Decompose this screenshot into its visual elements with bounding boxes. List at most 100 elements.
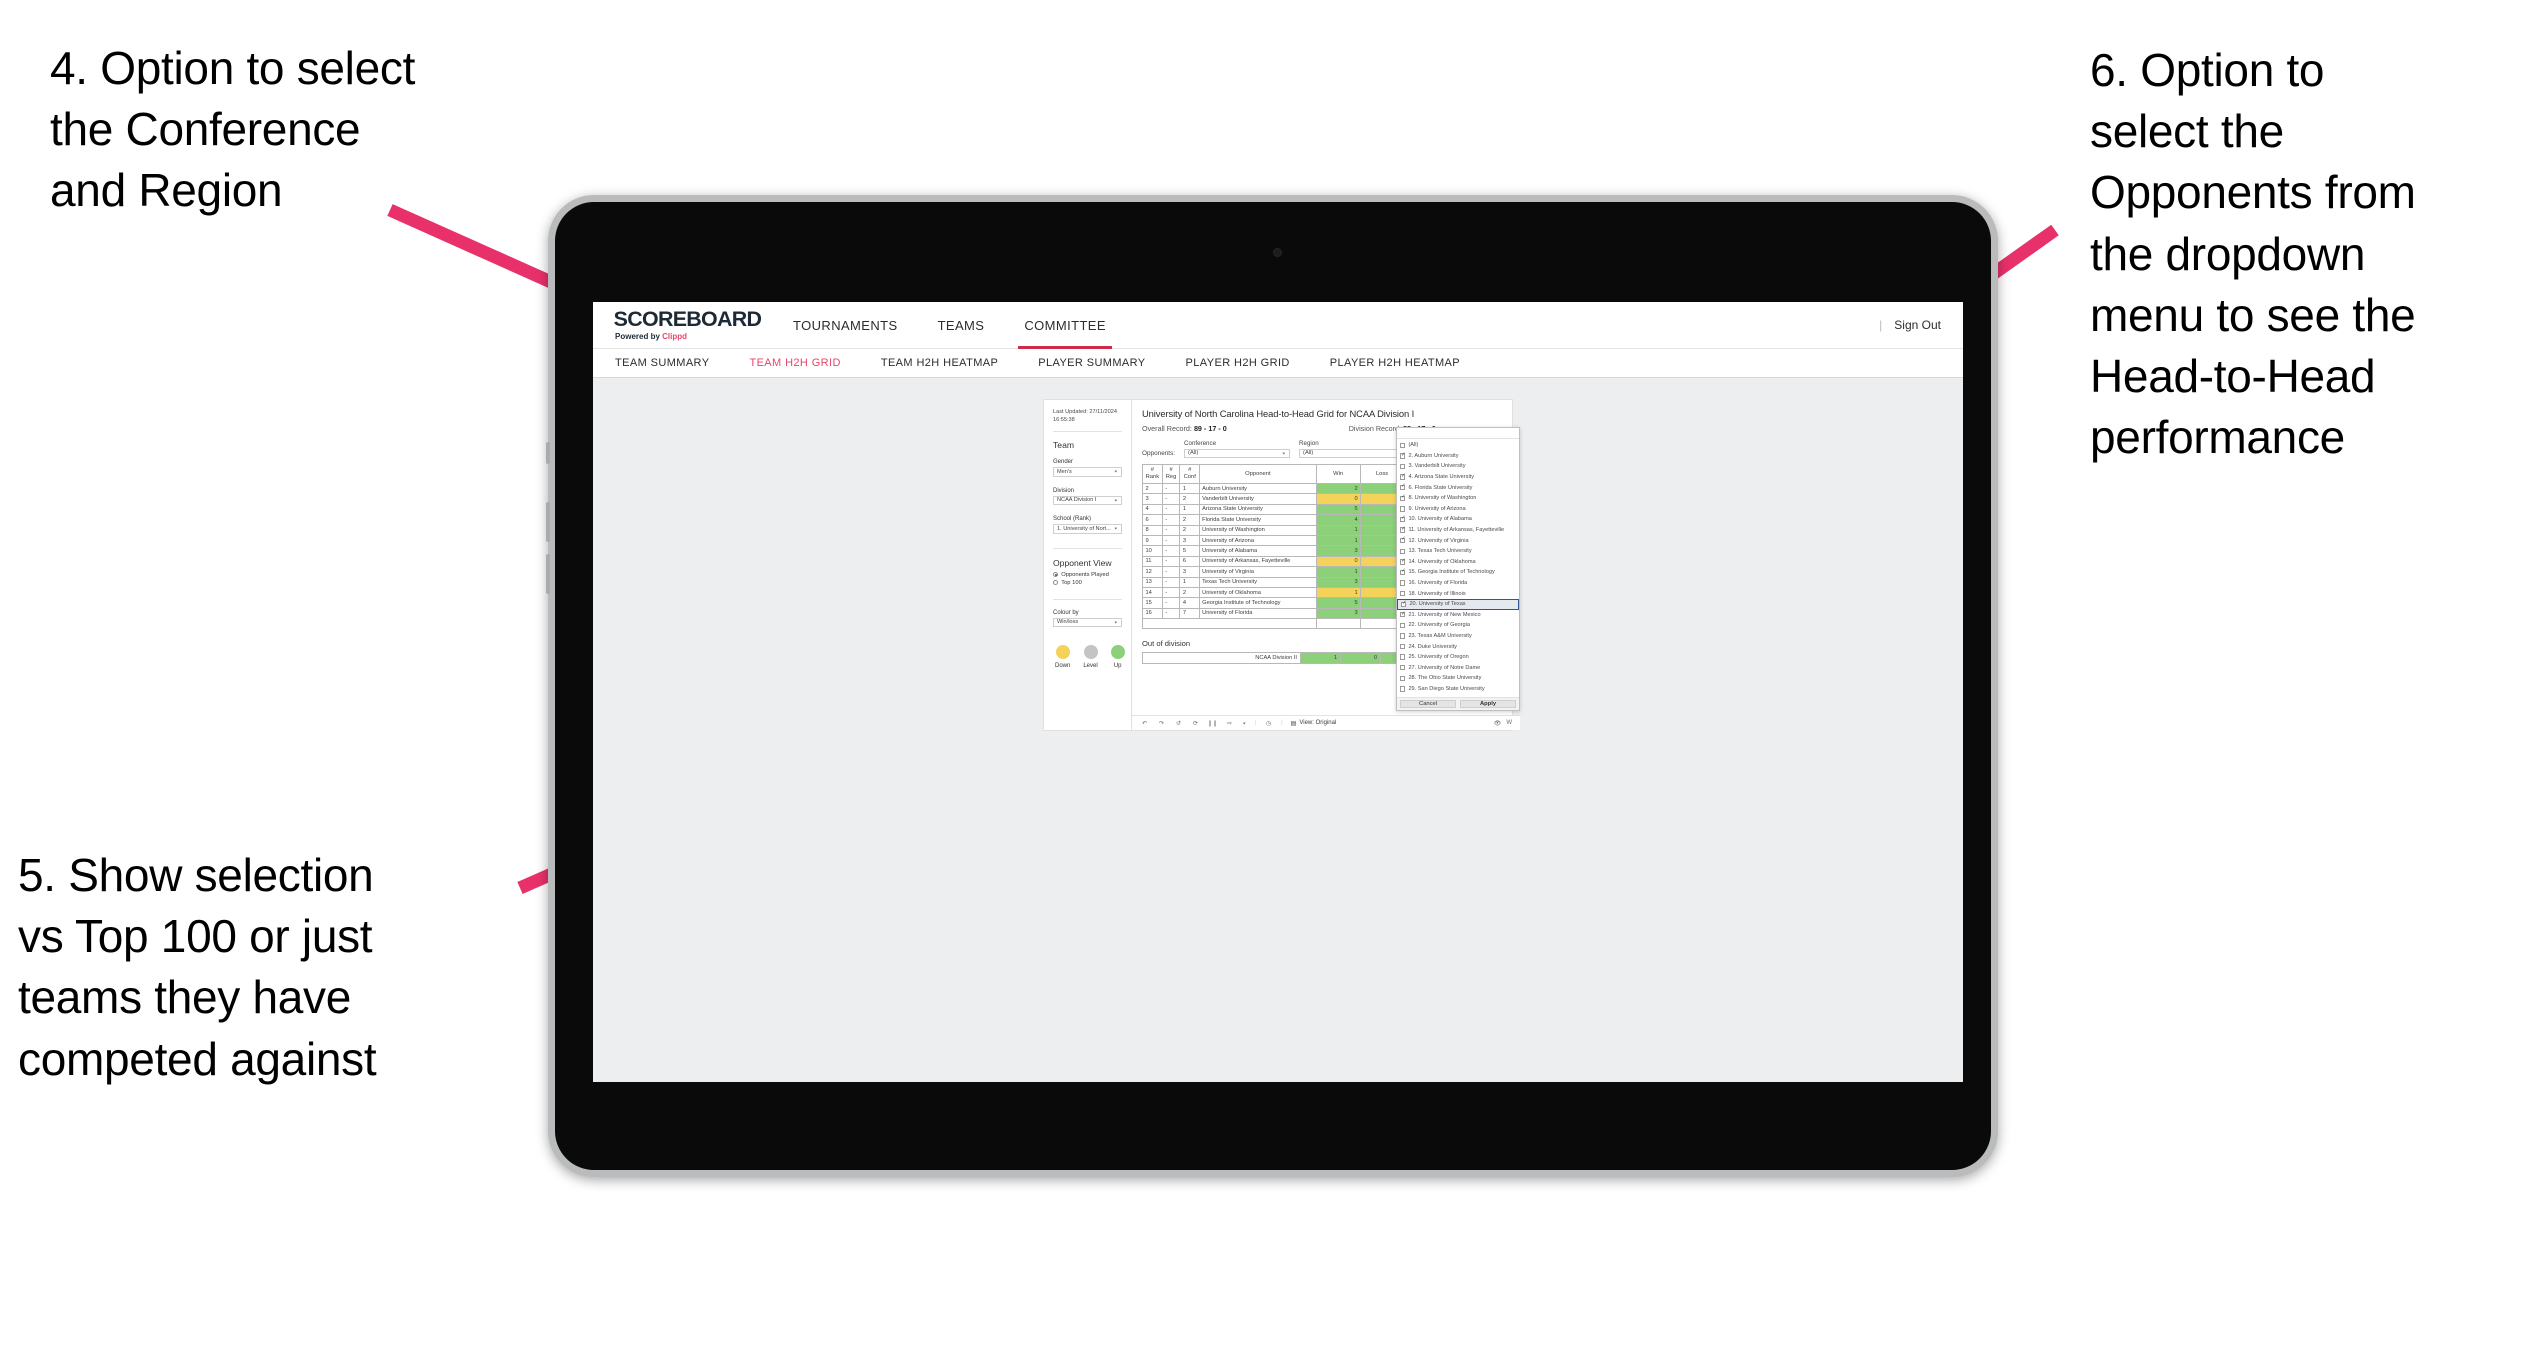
subnav-player-summary[interactable]: PLAYER SUMMARY (1038, 357, 1167, 369)
apply-button[interactable]: Apply (1460, 700, 1517, 708)
division-select[interactable]: NCAA Division I ▼ (1053, 495, 1122, 506)
volume-up-button[interactable] (546, 502, 550, 542)
cell-rank: 14 (1142, 586, 1163, 599)
opponent-dropdown-item[interactable]: 13. Texas Tech University (1397, 546, 1519, 557)
opponent-dropdown-item[interactable]: 23. Texas A&M University (1397, 631, 1519, 642)
undo-icon[interactable]: ↶ (1140, 719, 1149, 728)
sign-out-link[interactable]: Sign Out (1894, 318, 1941, 332)
opponent-dropdown-item[interactable]: 22. University of Georgia (1397, 620, 1519, 631)
history-icon[interactable]: ◷ (1264, 719, 1273, 728)
opponent-dropdown-item[interactable]: 18. University of Illinois (1397, 588, 1519, 599)
table-row[interactable]: 6-2Florida State University42 (1142, 514, 1421, 526)
table-row[interactable]: 9-3University of Arizona10 (1142, 534, 1421, 547)
opponent-dropdown-list[interactable]: (All) 2. Auburn University 3. Vanderbilt U… (1397, 439, 1520, 697)
brand-logo[interactable]: SCOREBOARD Powered by Clippd (614, 309, 762, 341)
table-row[interactable]: 13-1Texas Tech University30 (1142, 576, 1421, 588)
power-button[interactable] (546, 442, 550, 464)
checkbox-icon[interactable] (1400, 622, 1406, 629)
checkbox-icon[interactable] (1400, 643, 1406, 650)
opponent-dropdown-item[interactable]: 28. The Ohio State University (1397, 673, 1519, 684)
table-row[interactable]: 2-1Auburn University21 (1142, 482, 1421, 495)
opponent-dropdown-item[interactable]: (All) (1397, 440, 1519, 451)
opponent-dropdown-item[interactable]: 8. University of Washington (1397, 493, 1519, 504)
volume-down-button[interactable] (546, 554, 550, 594)
checkbox-icon[interactable] (1400, 495, 1406, 501)
table-row[interactable]: 16-7University of Florida31 (1142, 607, 1421, 620)
out-of-division-row[interactable]: NCAA Division II 1 0 (1142, 652, 1421, 664)
opponent-dropdown-panel[interactable]: (All) 2. Auburn University 3. Vanderbilt U… (1396, 427, 1521, 711)
opponent-dropdown-item[interactable]: 14. University of Oklahoma (1397, 557, 1519, 568)
view-original-button[interactable]: ▤ View: Original (1291, 720, 1337, 727)
opponent-dropdown-item[interactable]: 15. Georgia Institute of Technology (1397, 567, 1519, 578)
table-row[interactable]: 10-5University of Alabama30 (1142, 545, 1421, 557)
radio-top-100[interactable]: Top 100 (1053, 580, 1122, 586)
nav-teams[interactable]: TEAMS (918, 302, 1005, 349)
table-row[interactable]: 12-3University of Virginia10 (1142, 566, 1421, 578)
checkbox-icon[interactable] (1400, 580, 1406, 586)
checkbox-icon[interactable] (1400, 558, 1406, 565)
checkbox-icon[interactable] (1400, 474, 1406, 480)
checkbox-icon[interactable] (1400, 453, 1406, 459)
checkbox-icon[interactable] (1400, 611, 1406, 618)
opponent-dropdown-item[interactable]: 10. University of Alabama (1397, 514, 1519, 525)
checkbox-icon[interactable] (1400, 654, 1406, 660)
opponent-dropdown-item[interactable]: 24. Duke University (1397, 641, 1519, 652)
table-row[interactable]: 11-6 University of Arkansas, Fayetteville… (1142, 555, 1421, 568)
checkbox-icon[interactable] (1400, 516, 1406, 523)
checkbox-icon[interactable] (1400, 463, 1406, 470)
subnav-team-summary[interactable]: TEAM SUMMARY (615, 357, 731, 369)
nav-committee[interactable]: COMMITTEE (1004, 302, 1126, 349)
checkbox-icon[interactable] (1400, 686, 1406, 692)
checkbox-icon[interactable] (1400, 527, 1406, 533)
nav-tournaments[interactable]: TOURNAMENTS (773, 302, 918, 349)
refresh-icon[interactable]: ⟳ (1191, 719, 1200, 728)
conference-select[interactable]: (All) ▼ (1184, 448, 1291, 458)
checkbox-icon[interactable] (1400, 506, 1406, 512)
redo-icon[interactable]: ↷ (1157, 719, 1166, 728)
opponent-dropdown-item[interactable]: 3. Vanderbilt University (1397, 461, 1519, 472)
region-select[interactable]: (All) ▼ (1299, 448, 1406, 458)
subnav-team-h2h-grid[interactable]: TEAM H2H GRID (749, 357, 862, 369)
pause-icon[interactable]: ❙❙ (1207, 719, 1217, 728)
table-row[interactable]: 4-1Arizona State University51 (1142, 503, 1421, 516)
watch-icon[interactable]: 👁 (1494, 720, 1502, 727)
revert-icon[interactable]: ↺ (1174, 719, 1183, 728)
opponent-dropdown-item[interactable]: 9. University of Arizona (1397, 504, 1519, 515)
school-select[interactable]: 1. University of Nort... ▼ (1053, 524, 1122, 534)
subnav-player-h2h-grid[interactable]: PLAYER H2H GRID (1186, 357, 1312, 369)
checkbox-icon[interactable] (1400, 590, 1406, 597)
colour-by-select[interactable]: Win/loss ▼ (1053, 617, 1122, 628)
opponent-dropdown-item[interactable]: 29. San Diego State University (1397, 684, 1519, 695)
checkbox-icon[interactable] (1400, 665, 1406, 671)
table-row[interactable]: 8-2University of Washington10 (1142, 524, 1421, 536)
opponent-dropdown-item[interactable]: 4. Arizona State University (1397, 472, 1519, 483)
opponent-dropdown-item[interactable]: 6. Florida State University (1397, 482, 1519, 493)
opponent-dropdown-item[interactable]: 21. University of New Mexico (1397, 610, 1519, 621)
opponent-dropdown-item[interactable]: 11. University of Arkansas, Fayetteville (1397, 525, 1519, 536)
table-row[interactable]: 14-2University of Oklahoma12 (1142, 586, 1421, 599)
subnav-team-h2h-heatmap[interactable]: TEAM H2H HEATMAP (881, 357, 1020, 369)
cancel-button[interactable]: Cancel (1400, 700, 1457, 708)
checkbox-icon[interactable] (1401, 601, 1407, 607)
opponent-dropdown-item[interactable]: 2. Auburn University (1397, 451, 1519, 462)
checkbox-icon[interactable] (1400, 633, 1406, 639)
opponent-dropdown-item[interactable]: 20. University of Texas (1397, 598, 1520, 610)
gender-select[interactable]: Men's ▼ (1053, 467, 1122, 477)
opponent-dropdown-item[interactable]: 16. University of Florida (1397, 578, 1519, 589)
checkbox-icon[interactable] (1400, 548, 1406, 554)
checkbox-icon[interactable] (1400, 442, 1406, 448)
opponent-dropdown-item[interactable]: 25. University of Oregon (1397, 652, 1519, 663)
opponent-dropdown-search[interactable] (1397, 428, 1520, 439)
radio-opponents-played[interactable]: Opponents Played (1053, 572, 1122, 578)
table-row[interactable]: 15-4Georgia Institute of Technology50 (1142, 597, 1421, 609)
checkbox-icon[interactable] (1400, 484, 1406, 491)
checkbox-icon[interactable] (1400, 569, 1406, 576)
subnav-player-h2h-heatmap[interactable]: PLAYER H2H HEATMAP (1330, 357, 1482, 369)
opponent-dropdown-item[interactable]: 12. University of Virginia (1397, 535, 1519, 546)
share-icon[interactable]: ⇨ (1225, 719, 1234, 728)
checkbox-icon[interactable] (1400, 537, 1406, 544)
checkbox-icon[interactable] (1400, 675, 1406, 682)
opponent-dropdown-item[interactable]: 27. University of Notre Dame (1397, 662, 1519, 673)
chevron-down-icon[interactable]: ▼ (1242, 721, 1247, 725)
table-row[interactable]: 3-2Vanderbilt University04 (1142, 493, 1421, 505)
